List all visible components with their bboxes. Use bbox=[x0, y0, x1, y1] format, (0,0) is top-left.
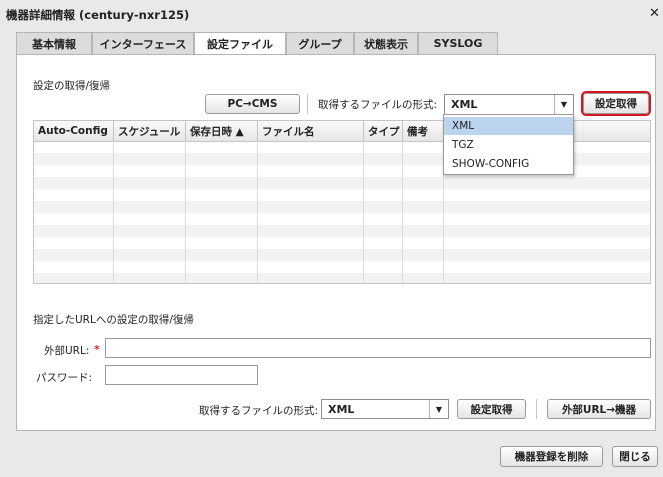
external-url-input[interactable] bbox=[105, 338, 651, 358]
tab-group[interactable]: グループ bbox=[286, 32, 354, 54]
column-divider bbox=[402, 141, 403, 283]
close-icon[interactable]: ✕ bbox=[649, 6, 660, 21]
column-divider bbox=[257, 141, 258, 283]
table-row bbox=[34, 237, 650, 249]
pc-to-cms-button[interactable]: PC→CMS bbox=[205, 94, 300, 114]
file-format-select[interactable]: XML ▼ bbox=[444, 94, 574, 115]
section-title-url-get-restore: 指定したURLへの設定の取得/復帰 bbox=[33, 314, 194, 326]
tab-syslog[interactable]: SYSLOG bbox=[418, 32, 498, 54]
col-saved-datetime[interactable]: 保存日時 ▲ bbox=[186, 121, 258, 141]
chevron-down-icon[interactable]: ▼ bbox=[429, 400, 448, 418]
table-row bbox=[34, 189, 650, 201]
table-row bbox=[34, 177, 650, 189]
file-format-select-2[interactable]: XML ▼ bbox=[321, 399, 449, 419]
table-row bbox=[34, 213, 650, 225]
option-tgz[interactable]: TGZ bbox=[444, 136, 573, 154]
window-title: 機器詳細情報 (century-nxr125) bbox=[6, 8, 190, 22]
url-to-device-button[interactable]: 外部URL→機器 bbox=[547, 399, 651, 419]
file-format-dropdown: XML TGZ SHOW-CONFIG bbox=[443, 114, 574, 175]
close-button[interactable]: 閉じる bbox=[612, 446, 658, 467]
format-label: 取得するファイルの形式: bbox=[318, 99, 438, 111]
chevron-down-icon[interactable]: ▼ bbox=[554, 95, 573, 114]
file-format-value-2: XML bbox=[328, 402, 355, 416]
required-mark: * bbox=[94, 343, 100, 356]
password-input[interactable] bbox=[105, 365, 258, 385]
table-row bbox=[34, 261, 650, 273]
format-label-2: 取得するファイルの形式: bbox=[199, 405, 319, 417]
get-config-button[interactable]: 設定取得 bbox=[581, 91, 651, 116]
get-config-url-button[interactable]: 設定取得 bbox=[457, 399, 526, 419]
separator bbox=[536, 399, 537, 419]
option-show-config[interactable]: SHOW-CONFIG bbox=[444, 155, 573, 173]
table-row bbox=[34, 249, 650, 261]
tab-status[interactable]: 状態表示 bbox=[354, 32, 418, 54]
tab-bar: 基本情報 インターフェース 設定ファイル グループ 状態表示 SYSLOG bbox=[16, 32, 656, 55]
column-divider bbox=[185, 141, 186, 283]
table-row bbox=[34, 201, 650, 213]
table-row bbox=[34, 225, 650, 237]
tab-config-file[interactable]: 設定ファイル bbox=[194, 32, 286, 55]
col-schedule[interactable]: スケジュール bbox=[114, 121, 186, 141]
table-row bbox=[34, 273, 650, 283]
tab-interface[interactable]: インターフェース bbox=[92, 32, 194, 54]
col-auto-config[interactable]: Auto-Config bbox=[34, 121, 114, 141]
file-format-value: XML bbox=[451, 98, 478, 111]
col-type[interactable]: タイプ bbox=[364, 121, 403, 141]
tab-basic-info[interactable]: 基本情報 bbox=[16, 32, 92, 54]
option-xml[interactable]: XML bbox=[444, 117, 573, 135]
column-divider bbox=[113, 141, 114, 283]
password-label: パスワード: bbox=[36, 372, 93, 384]
delete-device-button[interactable]: 機器登録を削除 bbox=[500, 446, 603, 467]
separator bbox=[307, 94, 308, 114]
external-url-label: 外部URL: bbox=[44, 345, 90, 357]
col-file-name[interactable]: ファイル名 bbox=[258, 121, 364, 141]
column-divider bbox=[363, 141, 364, 283]
section-title-get-restore: 設定の取得/復帰 bbox=[33, 80, 111, 92]
